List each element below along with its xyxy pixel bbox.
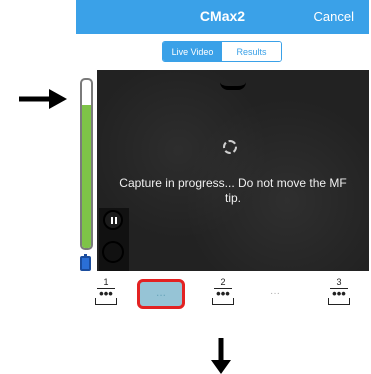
record-button[interactable] <box>102 241 124 263</box>
camera-notch-icon <box>220 82 246 90</box>
capture-status-text: Capture in progress... Do not move the M… <box>119 176 347 205</box>
level-meter <box>80 78 93 250</box>
selected-step-button[interactable]: ... <box>137 279 185 309</box>
step-bar: 1 ••• ... 2 ••• ··· 3 ••• <box>76 276 369 316</box>
step-1-dots-icon: ••• <box>99 286 113 301</box>
level-meter-fill <box>82 105 91 248</box>
down-arrow-icon <box>211 338 231 374</box>
step-3-dots-icon: ••• <box>332 286 346 301</box>
app-window: CMax2 Cancel Live Video Results Capture … <box>76 0 369 318</box>
battery-icon <box>80 254 91 271</box>
cancel-button[interactable]: Cancel <box>314 9 354 24</box>
step-2[interactable]: 2 ••• <box>208 276 238 312</box>
navbar: CMax2 Cancel <box>76 0 369 34</box>
pointer-arrow-icon <box>19 89 67 109</box>
selected-step-label: ... <box>155 285 166 299</box>
pause-button[interactable] <box>103 210 123 230</box>
video-controls <box>99 208 129 271</box>
step-ellipsis: ··· <box>270 288 280 299</box>
loading-spinner-icon <box>223 140 237 154</box>
step-1[interactable]: 1 ••• <box>91 276 121 312</box>
step-3[interactable]: 3 ••• <box>324 276 354 312</box>
step-2-dots-icon: ••• <box>216 286 230 301</box>
tab-live-video[interactable]: Live Video <box>163 42 222 61</box>
view-segmented-control: Live Video Results <box>162 41 282 62</box>
tab-results[interactable]: Results <box>222 42 281 61</box>
live-video-view: Capture in progress... Do not move the M… <box>97 70 369 271</box>
